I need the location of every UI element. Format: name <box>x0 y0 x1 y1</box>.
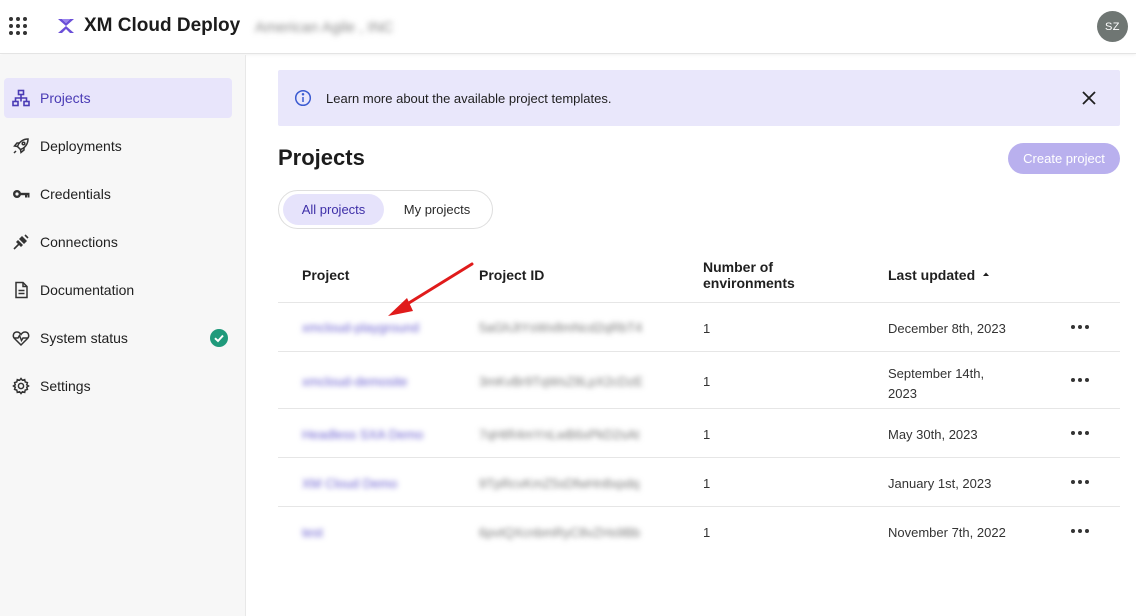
more-options-icon[interactable] <box>1071 430 1089 436</box>
column-header-project-id[interactable]: Project ID <box>479 267 544 283</box>
banner-link-text[interactable]: Learn more about the available project t… <box>326 91 611 106</box>
project-id: 9TpRcvKmZ5sDfwHn8xpdq <box>479 476 640 491</box>
column-header-project[interactable]: Project <box>302 267 349 283</box>
document-icon <box>15 281 28 299</box>
heartbeat-icon <box>12 331 30 347</box>
column-header-label: Last updated <box>888 267 976 283</box>
sidebar-item-deployments[interactable]: Deployments <box>4 126 232 166</box>
tab-all-projects[interactable]: All projects <box>283 194 384 225</box>
last-updated: September 14th, 2023 <box>888 366 985 401</box>
plug-icon <box>13 234 29 250</box>
last-updated: January 1st, 2023 <box>888 476 992 491</box>
column-header-last-updated[interactable]: Last updated <box>888 267 990 283</box>
project-id: 7qHtR4mYnLwB6xPkD2sAt <box>479 427 640 442</box>
gear-icon <box>12 377 30 395</box>
project-filter-tabs: All projects My projects <box>278 190 493 229</box>
project-name-link[interactable]: xmcloud-playground <box>302 320 419 335</box>
more-options-icon[interactable] <box>1071 479 1089 485</box>
column-header-environments[interactable]: Number of environments <box>703 259 823 291</box>
project-id: 6pvtQXcnbmRyC8vZHs9Bb <box>479 525 641 540</box>
sidebar-item-settings[interactable]: Settings <box>4 366 232 406</box>
tab-my-projects[interactable]: My projects <box>389 194 485 225</box>
organization-name[interactable]: American Agile , INC <box>255 19 393 36</box>
sidebar-item-documentation[interactable]: Documentation <box>4 270 232 310</box>
environment-count: 1 <box>703 321 711 336</box>
sidebar-item-label: Documentation <box>40 282 135 298</box>
sidebar-item-connections[interactable]: Connections <box>4 222 232 262</box>
last-updated: December 8th, 2023 <box>888 321 1006 336</box>
sidebar-item-label: Credentials <box>40 186 111 202</box>
xm-cloud-logo-icon <box>58 19 74 33</box>
divider <box>278 457 1120 458</box>
last-updated: May 30th, 2023 <box>888 427 978 442</box>
project-name-link[interactable]: test <box>302 525 323 540</box>
app-title: XM Cloud Deploy <box>84 15 241 36</box>
divider <box>278 302 1120 303</box>
sidebar-item-projects[interactable]: Projects <box>4 78 232 118</box>
top-bar: XM Cloud Deploy American Agile , INC SZ <box>0 0 1136 54</box>
close-icon[interactable] <box>1080 89 1098 107</box>
last-updated: November 7th, 2022 <box>888 525 1006 540</box>
divider <box>278 506 1120 507</box>
sidebar-item-system-status[interactable]: System status <box>4 318 232 358</box>
sidebar-item-label: Settings <box>40 378 91 394</box>
info-icon <box>294 89 312 107</box>
sidebar-item-label: Projects <box>40 90 91 106</box>
project-id: 5aGhJtYsWx8mNcd2qRbT4 <box>479 320 643 335</box>
divider <box>278 408 1120 409</box>
info-banner: Learn more about the available project t… <box>278 70 1120 126</box>
sidebar-item-label: System status <box>40 330 128 346</box>
sidebar-item-label: Connections <box>40 234 118 250</box>
environment-count: 1 <box>703 525 711 540</box>
key-icon <box>13 190 30 198</box>
sidebar-item-credentials[interactable]: Credentials <box>4 174 232 214</box>
project-id: 3mKvBr9TqWsZ8LpX2cDzE <box>479 374 643 389</box>
divider <box>278 351 1120 352</box>
sort-ascending-icon <box>983 272 990 276</box>
status-ok-icon <box>210 329 228 347</box>
more-options-icon[interactable] <box>1071 528 1089 534</box>
more-options-icon[interactable] <box>1071 377 1089 383</box>
user-avatar[interactable]: SZ <box>1097 11 1128 42</box>
more-options-icon[interactable] <box>1071 324 1089 330</box>
sidebar: Projects Deployments Credentials Connect… <box>0 55 246 616</box>
sidebar-item-label: Deployments <box>40 138 122 154</box>
project-name-link[interactable]: XM Cloud Demo <box>302 476 397 491</box>
environment-count: 1 <box>703 427 711 442</box>
environment-count: 1 <box>703 374 711 389</box>
create-project-button[interactable]: Create project <box>1008 143 1120 174</box>
project-name-link[interactable]: xmcloud-demosite <box>302 374 408 389</box>
app-switcher-icon[interactable] <box>9 17 27 35</box>
project-name-link[interactable]: Headless SXA Demo <box>302 427 423 442</box>
rocket-icon <box>13 138 29 154</box>
page-title: Projects <box>278 145 365 170</box>
sitemap-icon <box>12 89 30 107</box>
environment-count: 1 <box>703 476 711 491</box>
